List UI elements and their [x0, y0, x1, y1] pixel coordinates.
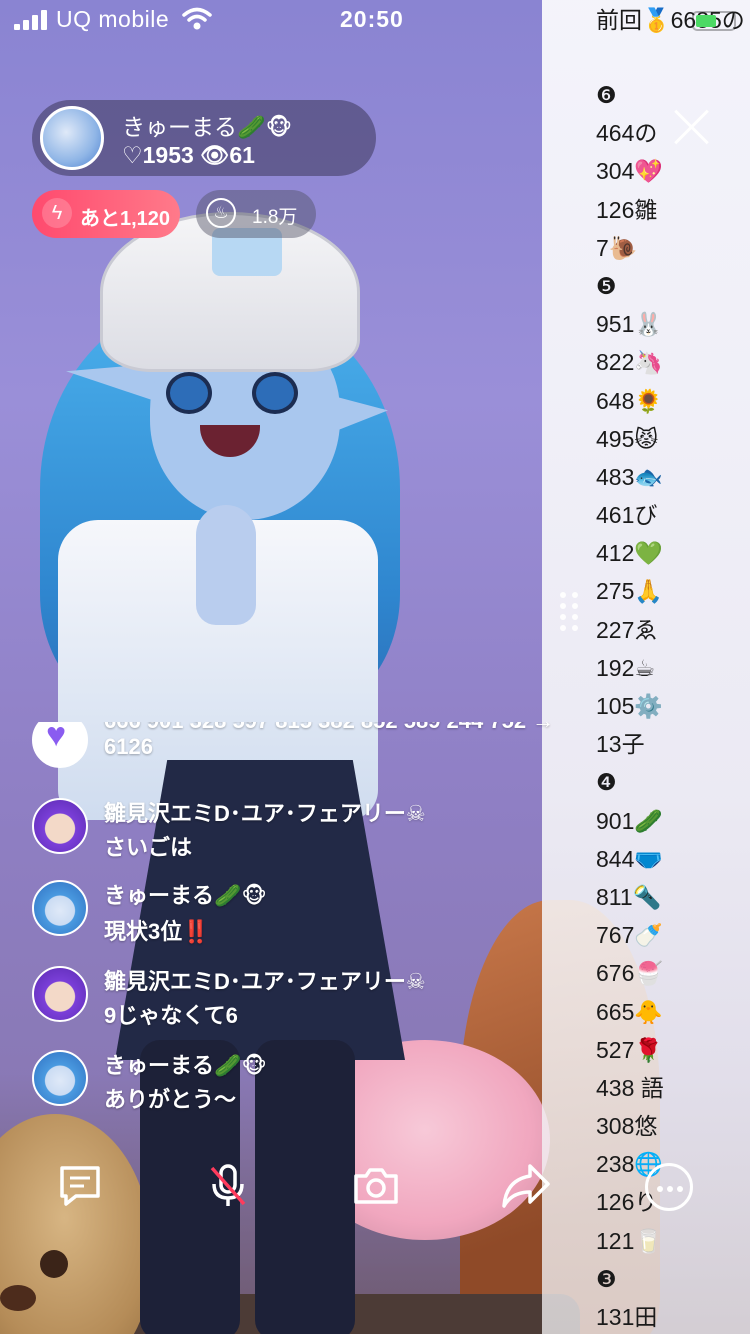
memo-item: 822🦄 [596, 349, 664, 376]
chat-message: 雛見沢エミD･ユア･フェアリー☠ 9じゃなくて6 [32, 962, 712, 1032]
memo-item: 131田 [596, 1304, 658, 1330]
flame-icon: ♨ [206, 198, 236, 228]
emphasis-icon: ‼️ [182, 919, 210, 944]
popularity-badge-label: 1.8万 [252, 207, 298, 228]
chat-avatar[interactable] [32, 798, 88, 854]
avatar-hands [196, 505, 256, 625]
chat-username[interactable]: きゅーまる🥒🐵 [104, 1048, 267, 1080]
share-icon [502, 1164, 550, 1208]
carrier-name: UQ mobile [56, 6, 170, 32]
streamer-avatar[interactable] [40, 106, 104, 170]
mic-muted-icon [210, 1164, 246, 1206]
chat-avatar[interactable] [32, 722, 88, 768]
close-button[interactable] [670, 106, 712, 148]
memo-item: 304💖 [596, 158, 664, 185]
status-bar: UQ mobile 20:50 [0, 0, 750, 42]
streamer-info[interactable]: きゅーまる🥒🐵 ♡1953 👁61 [32, 100, 376, 176]
comment-icon [60, 1166, 100, 1206]
chat-message-text: 現状3位‼️ [104, 914, 210, 946]
streamer-name: きゅーまる🥒🐵 [122, 114, 293, 140]
memo-item: 648🌻 [596, 387, 664, 414]
chat-message: きゅーまる🥒🐵 現状3位‼️ [32, 876, 712, 946]
memo-item: 105⚙️ [596, 693, 664, 719]
avatar-eye-right [252, 372, 298, 414]
chat-message-text: 666 901 328 597 815 382 852 589 244 752 … [104, 722, 554, 734]
rank-badge-label: あと1,120 [80, 208, 171, 230]
avatar-eye-left [166, 372, 212, 414]
memo-item: 495😾 [596, 425, 659, 452]
chat-avatar[interactable] [32, 880, 88, 936]
memo-item: 461び [596, 502, 658, 529]
memo-item: 126雛 [596, 196, 658, 223]
signal-icon [14, 10, 48, 30]
more-button[interactable] [645, 1163, 693, 1211]
memo-item: 483🐟 [596, 463, 664, 490]
lightning-icon: ϟ [42, 198, 72, 228]
rank-badge[interactable]: ϟ あと1,120 [32, 190, 180, 238]
chat-message-text: ありがとう〜 [104, 1087, 237, 1112]
popularity-badge[interactable]: ♨ 1.8万 [196, 190, 316, 238]
memo-item: 192☕ [596, 654, 655, 681]
wifi-icon [182, 7, 212, 30]
chat-avatar[interactable] [32, 966, 88, 1022]
battery-icon [692, 11, 736, 31]
chat-feed[interactable]: 666 901 328 597 815 382 852 589 244 752 … [32, 722, 712, 1122]
chat-username[interactable]: 雛見沢エミD･ユア･フェアリー☠ [104, 796, 426, 828]
streamer-stats: ♡1953 👁61 [122, 142, 255, 168]
drag-handle-icon[interactable] [560, 592, 582, 632]
bottom-toolbar [0, 1150, 750, 1230]
memo-item: 951🐰 [596, 311, 664, 338]
comment-button[interactable] [50, 1150, 110, 1222]
camera-icon [354, 1168, 398, 1204]
memo-item: ❺ [596, 272, 617, 299]
chat-message-text: 6126 [104, 734, 153, 759]
memo-item: 227ゑ [596, 616, 658, 643]
memo-panel[interactable]: 前回🥇6635の ❻ 464の 304💖 126雛 7🐌 ❺ 951🐰 822🦄 648🌻 495… [542, 0, 750, 1334]
chat-avatar[interactable] [32, 1050, 88, 1106]
chat-message: きゅーまる🥒🐵 ありがとう〜 [32, 1046, 712, 1116]
chat-username[interactable]: きゅーまる🥒🐵 [104, 878, 267, 910]
chat-message: 雛見沢エミD･ユア･フェアリー☠ さいごは [32, 796, 712, 866]
memo-item: 412💚 [596, 540, 664, 567]
chat-message: 666 901 328 597 815 382 852 589 244 752 … [32, 722, 712, 782]
chat-username[interactable]: 雛見沢エミD･ユア･フェアリー☠ [104, 964, 426, 996]
clock: 20:50 [340, 6, 404, 32]
chat-message-text: さいごは [104, 835, 193, 860]
mic-button[interactable] [198, 1150, 258, 1222]
chat-message-text: 9じゃなくて6 [104, 1003, 238, 1028]
chat-message-body: 現状3位 [104, 919, 183, 944]
share-button[interactable] [494, 1150, 554, 1222]
camera-button[interactable] [346, 1150, 406, 1222]
memo-list: ❻ 464の 304💖 126雛 7🐌 ❺ 951🐰 822🦄 648🌻 495😾 483🐟 461び… [596, 76, 746, 1334]
memo-item: 7🐌 [596, 234, 638, 261]
memo-item: ❸ [596, 1265, 617, 1292]
memo-item: 275🙏 [596, 578, 664, 605]
